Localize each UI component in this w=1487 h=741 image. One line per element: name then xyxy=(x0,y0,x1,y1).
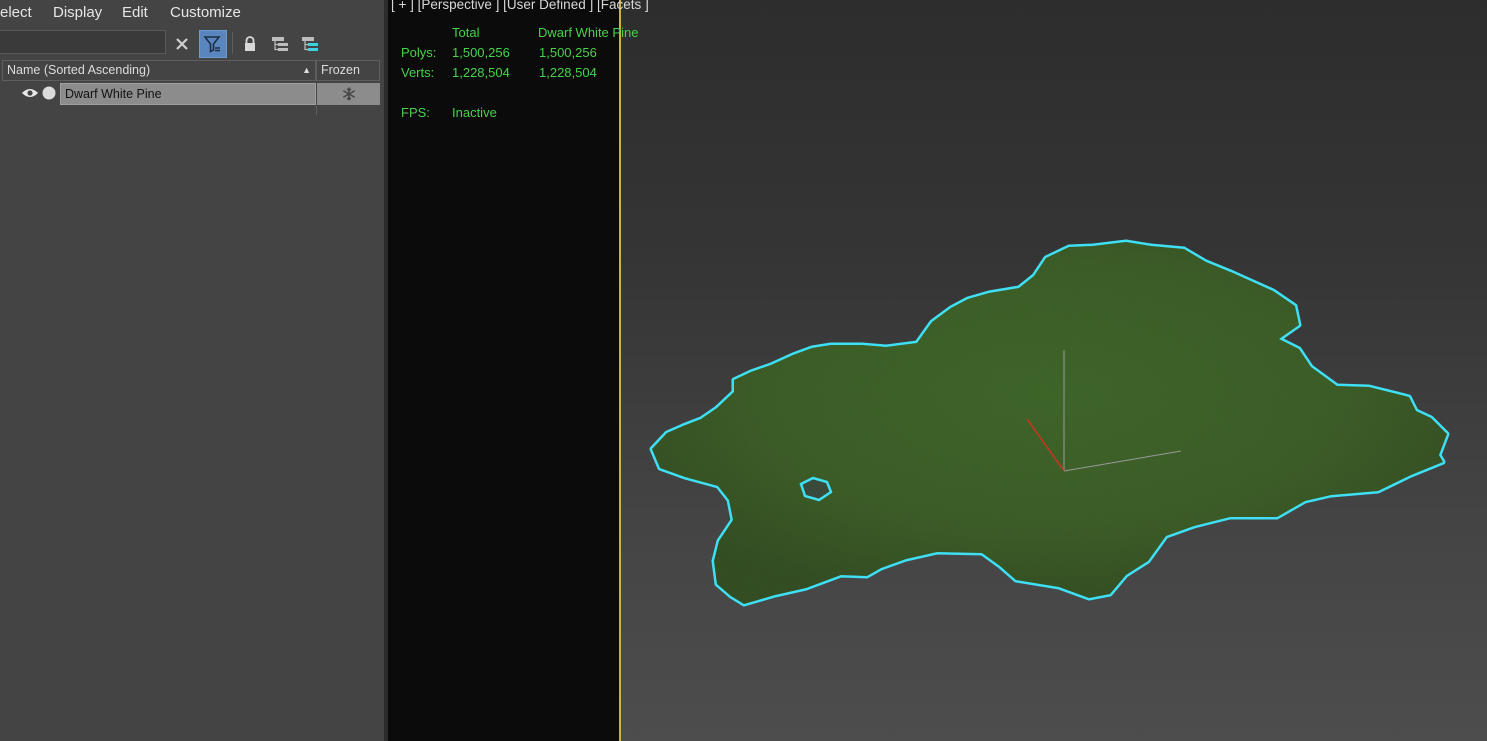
hierarchy-icon xyxy=(272,37,288,51)
name-column-label: Name (Sorted Ascending) xyxy=(7,63,151,77)
sort-ascending-icon: ▲ xyxy=(302,65,311,75)
filter-button[interactable] xyxy=(199,30,227,58)
verts-object-value: 1,228,504 xyxy=(539,65,597,80)
hierarchy-button[interactable] xyxy=(266,30,294,58)
snowflake-icon xyxy=(342,87,355,101)
layer-hierarchy-button[interactable] xyxy=(296,30,324,58)
clear-search-button[interactable] xyxy=(168,30,196,58)
search-input[interactable] xyxy=(0,30,166,54)
object-name-cell[interactable]: Dwarf White Pine xyxy=(60,83,316,105)
table-row[interactable]: Dwarf White Pine xyxy=(0,83,384,105)
frozen-column-label: Frozen xyxy=(321,63,360,77)
explorer-header-row: Name (Sorted Ascending) ▲ Frozen xyxy=(2,60,380,81)
clear-x-icon xyxy=(176,38,188,50)
scene-render xyxy=(649,239,1450,607)
layer-hierarchy-icon xyxy=(302,37,318,51)
menu-customize[interactable]: Customize xyxy=(170,4,241,21)
lock-button[interactable] xyxy=(236,30,264,58)
foliage-texture xyxy=(652,242,1447,604)
toolbar-separator xyxy=(232,32,233,54)
eye-icon[interactable] xyxy=(21,87,39,99)
fps-value: Inactive xyxy=(452,105,497,120)
stats-object-header: Dwarf White Pine xyxy=(538,25,639,40)
filter-icon xyxy=(203,36,221,53)
polys-total-value: 1,500,256 xyxy=(452,45,510,60)
scene-explorer-panel: elect Display Edit Customize Name (Sorte… xyxy=(0,0,384,741)
viewport-label-menu[interactable]: [ + ] [Perspective ] [User Defined ] [Fa… xyxy=(391,0,649,12)
object-color-swatch-icon[interactable] xyxy=(42,86,56,100)
frozen-toggle[interactable] xyxy=(317,83,380,105)
menu-select[interactable]: elect xyxy=(0,4,32,21)
frozen-column-header[interactable]: Frozen xyxy=(316,60,380,81)
explorer-toolbar xyxy=(0,28,384,58)
polys-label: Polys: xyxy=(401,45,437,60)
polys-object-value: 1,500,256 xyxy=(539,45,597,60)
verts-total-value: 1,228,504 xyxy=(452,65,510,80)
column-divider xyxy=(316,105,317,115)
stats-total-header: Total xyxy=(452,25,480,40)
menu-bar: elect Display Edit Customize xyxy=(0,0,384,26)
perspective-viewport[interactable] xyxy=(621,0,1487,741)
verts-label: Verts: xyxy=(401,65,435,80)
fps-label: FPS: xyxy=(401,105,430,120)
name-column-header[interactable]: Name (Sorted Ascending) ▲ xyxy=(2,60,316,81)
lock-icon xyxy=(245,36,255,51)
menu-edit[interactable]: Edit xyxy=(122,4,148,21)
menu-display[interactable]: Display xyxy=(53,4,102,21)
